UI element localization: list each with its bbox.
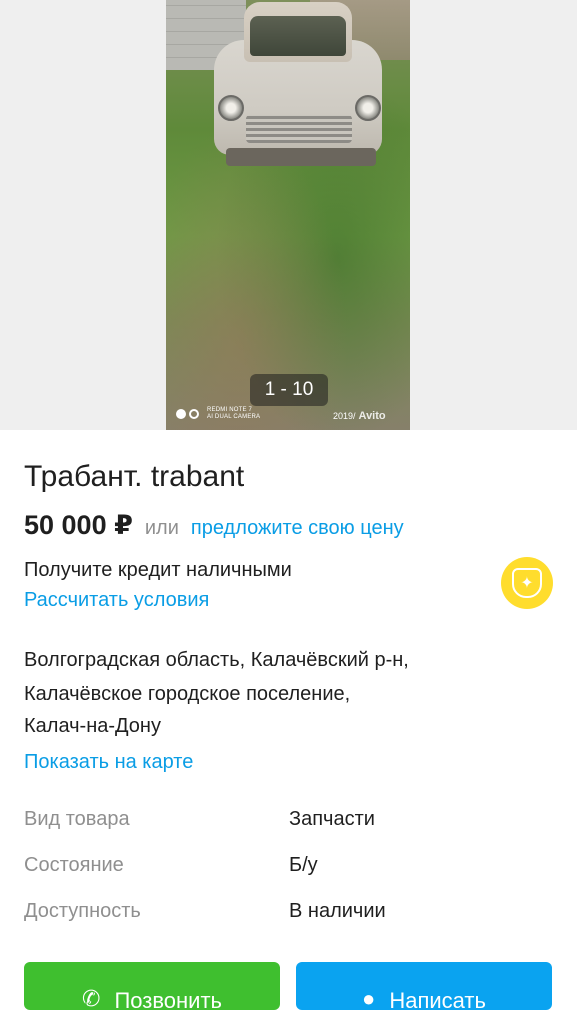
watermark-ring-icon bbox=[189, 409, 199, 419]
car-bumper bbox=[226, 148, 376, 166]
car-windshield bbox=[250, 16, 346, 56]
show-on-map-link[interactable]: Показать на карте bbox=[24, 751, 193, 774]
write-button[interactable]: ● Написать bbox=[296, 962, 552, 1010]
param-label: Состояние bbox=[24, 854, 124, 876]
photo-counter: 1 - 10 bbox=[250, 374, 328, 406]
param-label: Вид товара bbox=[24, 808, 130, 830]
watermark-date: 2019/ bbox=[333, 411, 356, 421]
watermark-camera-text: REDMI NOTE 7 AI DUAL CAMERA bbox=[207, 407, 261, 420]
credit-calculate-link[interactable]: Рассчитать условия bbox=[24, 589, 209, 612]
photo-gallery[interactable]: 1 - 10 REDMI NOTE 7 AI DUAL CAMERA 2019/… bbox=[0, 0, 577, 430]
price-row: 50 000 ₽ или предложите свою цену bbox=[24, 510, 404, 541]
phone-icon: ✆ bbox=[82, 986, 101, 1010]
call-button[interactable]: ✆ Позвонить bbox=[24, 962, 280, 1010]
param-value: В наличии bbox=[289, 900, 386, 922]
address-line: Волгоградская область, Калачёвский р-н, bbox=[24, 649, 409, 671]
offer-price-link[interactable]: предложите свою цену bbox=[191, 517, 404, 540]
param-row-product-type: Вид товара Запчасти bbox=[24, 808, 554, 834]
car-grille bbox=[246, 115, 352, 143]
param-value: Б/у bbox=[289, 854, 318, 876]
call-button-label: Позвонить bbox=[114, 988, 222, 1010]
param-row-availability: Доступность В наличии bbox=[24, 900, 554, 926]
watermark-brand: Avito bbox=[358, 410, 386, 422]
param-label: Доступность bbox=[24, 900, 141, 922]
param-value: Запчасти bbox=[289, 808, 375, 830]
param-row-condition: Состояние Б/у bbox=[24, 854, 554, 880]
action-bar: ✆ Позвонить ● Написать bbox=[0, 960, 577, 1010]
write-button-label: Написать bbox=[389, 988, 486, 1010]
chat-bubble-icon: ● bbox=[362, 986, 376, 1010]
address-line: Калач-на-Дону bbox=[24, 715, 161, 737]
listing-price: 50 000 ₽ bbox=[24, 510, 133, 540]
bank-logo-icon[interactable]: ✦ bbox=[501, 557, 553, 609]
car-headlight-right bbox=[355, 95, 381, 121]
camera-watermark: REDMI NOTE 7 AI DUAL CAMERA bbox=[176, 404, 260, 424]
watermark-dot-icon bbox=[176, 409, 186, 419]
listing-photo[interactable] bbox=[166, 0, 410, 430]
credit-title: Получите кредит наличными bbox=[24, 559, 292, 581]
listing-title: Трабант. trabant bbox=[24, 460, 245, 493]
car-headlight-left bbox=[218, 95, 244, 121]
bank-shield-icon: ✦ bbox=[512, 568, 542, 598]
price-or-text: или bbox=[144, 517, 179, 539]
address-line: Калачёвское городское поселение, bbox=[24, 683, 351, 705]
photo-watermark: 2019/ Avito bbox=[333, 410, 386, 422]
